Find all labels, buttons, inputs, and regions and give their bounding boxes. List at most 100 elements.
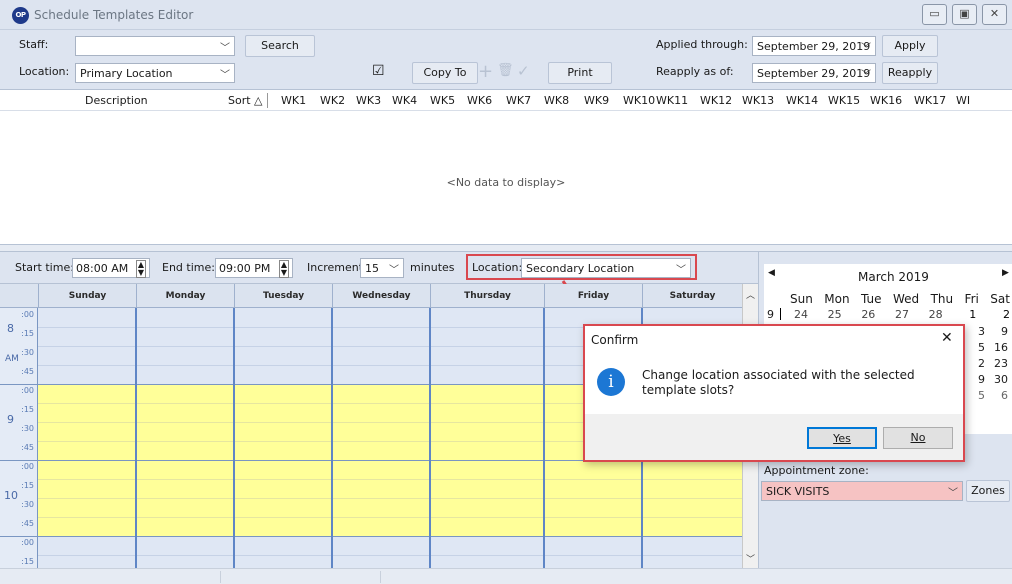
calendar-day[interactable]: 23 (994, 356, 1008, 372)
chevron-down-icon: ﹀ (389, 265, 399, 276)
calendar-day[interactable]: 2 (986, 308, 1010, 321)
weekday-header-row: Sunday Monday Tuesday Wednesday Thursday… (0, 284, 742, 308)
template-grid-header: Description Sort △ WK1 WK2 WK3 WK4 WK5 W… (0, 91, 1012, 111)
chevron-down-icon: ﹀ (861, 43, 871, 54)
column-divider (267, 93, 268, 108)
column-header[interactable]: WK6 (467, 94, 492, 107)
column-header[interactable]: WK17 (914, 94, 946, 107)
applied-through-date[interactable]: September 29, 2019 ﹀ (752, 36, 876, 56)
slot-divider (38, 479, 742, 480)
status-divider (380, 571, 381, 583)
day-divider (331, 308, 333, 568)
day-header: Wednesday (332, 284, 430, 308)
reapply-as-of-date[interactable]: September 29, 2019 ﹀ (752, 63, 876, 83)
column-header[interactable]: WK8 (544, 94, 569, 107)
column-header[interactable]: Sort △ (228, 94, 263, 107)
scroll-down-icon[interactable]: ﹀ (746, 552, 755, 565)
column-header[interactable]: WK1 (281, 94, 306, 107)
increment-select[interactable]: 15 ﹀ (360, 258, 404, 278)
quarter-label: :15 (21, 405, 34, 414)
weekday-label: Mon (824, 292, 850, 306)
next-month-icon[interactable]: ▶ (1002, 268, 1009, 278)
calendar-day[interactable]: 27 (885, 308, 909, 321)
column-header[interactable]: Description (85, 94, 148, 107)
column-header[interactable]: WK4 (392, 94, 417, 107)
status-bar (0, 568, 1012, 584)
column-header[interactable]: WK13 (742, 94, 774, 107)
apply-button[interactable]: Apply (882, 35, 938, 57)
column-header[interactable]: WK11 (656, 94, 688, 107)
staff-label: Staff: (19, 38, 49, 51)
add-icon[interactable]: + (478, 61, 493, 82)
calendar-day[interactable]: 9 (1001, 324, 1008, 340)
calendar-day[interactable]: 24 (784, 308, 808, 321)
calendar-day[interactable]: 28 (919, 308, 943, 321)
calendar-day[interactable]: 2 (978, 356, 985, 372)
calendar-day[interactable]: 26 (851, 308, 875, 321)
spinner-arrows-icon[interactable]: ▲ ▼ (135, 260, 146, 278)
reapply-button[interactable]: Reapply (882, 62, 938, 84)
column-header[interactable]: WK5 (430, 94, 455, 107)
column-header[interactable]: WK3 (356, 94, 381, 107)
day-header: Monday (136, 284, 234, 308)
slot-divider (38, 498, 742, 499)
column-header[interactable]: WK2 (320, 94, 345, 107)
no-button[interactable]: No (883, 427, 953, 449)
check-icon[interactable]: ✓ (517, 62, 530, 80)
dialog-close-icon[interactable]: ✕ (941, 330, 953, 346)
calendar-day[interactable]: 6 (1001, 388, 1008, 404)
calendar-day[interactable]: 9 (978, 372, 985, 388)
calendar-day[interactable]: 16 (994, 340, 1008, 356)
prev-month-icon[interactable]: ◀ (768, 268, 775, 278)
copy-to-button[interactable]: Copy To (412, 62, 478, 84)
zones-button[interactable]: Zones (966, 480, 1010, 502)
reapply-as-of-label: Reapply as of: (656, 65, 734, 78)
calendar-day[interactable]: 5 (978, 340, 985, 356)
column-header[interactable]: WK14 (786, 94, 818, 107)
calendar-day[interactable]: 25 (818, 308, 842, 321)
chevron-down-icon: ﹀ (220, 70, 230, 81)
location-label: Location: (19, 65, 70, 78)
yes-button[interactable]: Yes (807, 427, 877, 449)
calendar-day[interactable]: 3 (978, 324, 985, 340)
print-button[interactable]: Print (548, 62, 612, 84)
end-time-spinner[interactable]: 09:00 PM ▲ ▼ (215, 258, 293, 278)
checkbox-toggle[interactable]: ☑ (372, 63, 385, 79)
spinner-arrows-icon[interactable]: ▲ ▼ (278, 260, 289, 278)
column-header[interactable]: WI (956, 94, 970, 107)
quarter-label: :00 (21, 462, 34, 471)
maximize-button[interactable]: ▣ (952, 4, 977, 25)
close-window-button[interactable]: ✕ (982, 4, 1007, 25)
calendar-week-row[interactable]: 24 25 26 27 28 1 2 (784, 308, 1010, 321)
minimize-button[interactable]: ▭ (922, 4, 947, 25)
calendar-day[interactable]: 30 (994, 372, 1008, 388)
search-button[interactable]: Search (245, 35, 315, 57)
scroll-up-icon[interactable]: ︿ (746, 288, 755, 301)
column-header[interactable]: WK15 (828, 94, 860, 107)
start-time-spinner[interactable]: 08:00 AM ▲ ▼ (72, 258, 150, 278)
column-header[interactable]: WK10 (623, 94, 655, 107)
hour-divider (0, 536, 38, 537)
panel-splitter[interactable] (0, 244, 1012, 252)
column-header[interactable]: WK9 (584, 94, 609, 107)
staff-select[interactable]: ﹀ (75, 36, 235, 56)
calendar-day[interactable]: 1 (952, 308, 976, 321)
weekday-header: Sun Mon Tue Wed Thu Fri Sat (790, 292, 1010, 306)
location-select[interactable]: Primary Location ﹀ (75, 63, 235, 83)
column-header[interactable]: WK7 (506, 94, 531, 107)
appointment-zone-select[interactable]: SICK VISITS ﹀ (761, 481, 963, 501)
day-divider (135, 308, 137, 568)
column-header[interactable]: WK16 (870, 94, 902, 107)
day-divider (543, 308, 545, 568)
schedule-location-select[interactable]: Secondary Location ﹀ (521, 258, 691, 278)
minutes-label: minutes (410, 261, 455, 274)
weekday-label: Thu (930, 292, 954, 306)
calendar-visible-days[interactable]: 39 5 16 2 23 9 30 56 (978, 324, 1008, 404)
chevron-down-icon: ﹀ (948, 488, 958, 499)
quarter-label: :00 (21, 538, 34, 547)
trash-icon[interactable]: 🗑 (497, 63, 514, 78)
unavailable-slots[interactable] (38, 536, 742, 568)
status-divider (220, 571, 221, 583)
column-header[interactable]: WK12 (700, 94, 732, 107)
calendar-day[interactable]: 5 (978, 388, 985, 404)
